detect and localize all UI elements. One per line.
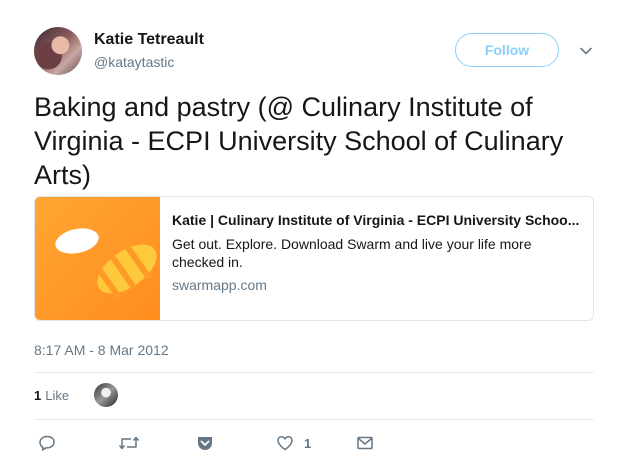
divider — [34, 419, 594, 420]
pocket-icon — [198, 437, 212, 450]
tweet-actions: 1 — [34, 432, 394, 454]
heart-icon — [277, 436, 293, 451]
reply-button[interactable] — [38, 432, 56, 454]
likes-count: 1 — [34, 387, 42, 403]
card-title[interactable]: Katie | Culinary Institute of Virginia -… — [172, 211, 582, 229]
retweet-button[interactable] — [118, 432, 140, 454]
card-description: Get out. Explore. Download Swarm and liv… — [172, 236, 532, 270]
reply-icon — [39, 435, 55, 451]
envelope-icon — [357, 436, 373, 450]
chevron-down-icon[interactable] — [578, 43, 594, 59]
pocket-button[interactable] — [196, 432, 214, 454]
author-name[interactable]: Katie Tetreault — [94, 31, 204, 49]
card-image — [35, 197, 160, 320]
link-card[interactable]: Katie | Culinary Institute of Virginia -… — [34, 196, 594, 321]
tweet-text: Baking and pastry (@ Culinary Institute … — [34, 92, 564, 190]
card-domain[interactable]: swarmapp.com — [172, 277, 582, 293]
divider — [34, 372, 594, 373]
swarm-bee-icon — [55, 228, 157, 301]
direct-message-button[interactable] — [356, 432, 374, 454]
liker-avatar[interactable] — [94, 383, 118, 407]
likes-label: Like — [45, 387, 70, 403]
follow-button[interactable]: Follow — [455, 33, 559, 67]
author-avatar[interactable] — [34, 27, 82, 75]
author-handle[interactable]: @kataytastic — [94, 54, 174, 70]
tweet-timestamp[interactable]: 8:17 AM - 8 Mar 2012 — [34, 342, 169, 358]
like-button[interactable]: 1 — [276, 432, 311, 454]
retweet-icon — [118, 436, 140, 450]
like-count: 1 — [304, 435, 312, 451]
likes-stat[interactable]: 1 Like — [34, 381, 69, 409]
